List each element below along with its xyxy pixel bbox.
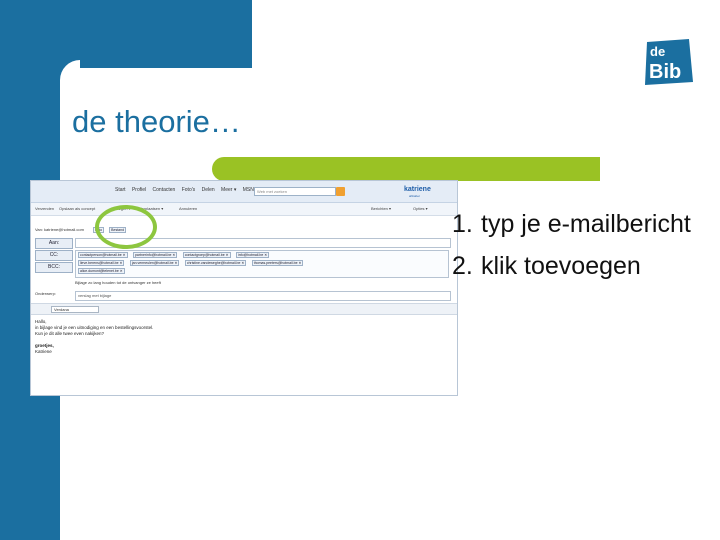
nav-item[interactable]: Contacten xyxy=(153,187,176,193)
recipients-row: lieve.berens@hotmail.be ✕ jan.vermeulen@… xyxy=(78,260,307,266)
cc-button[interactable]: CC: xyxy=(35,250,73,261)
slide-title: de theorie… xyxy=(72,104,241,139)
recipient-chip[interactable]: christine.vandeweghe@hotmail.be ✕ xyxy=(184,260,247,266)
recipient-chip[interactable]: jan.vermeulen@hotmail.be ✕ xyxy=(129,260,180,266)
bcc-button[interactable]: BCC: xyxy=(35,262,73,273)
de-bib-logo: de Bib xyxy=(645,39,693,85)
step-number: 1. xyxy=(452,210,473,238)
step-text: typ je e-mailbericht xyxy=(481,210,691,238)
subject-input[interactable]: verslag met bijlage xyxy=(75,291,451,301)
highlight-circle xyxy=(95,205,157,249)
svg-text:Bib: Bib xyxy=(649,61,681,83)
attachment-hint: Bijlage zo lang houden tot de ontvanger … xyxy=(75,280,161,285)
step-number: 2. xyxy=(452,252,473,280)
options-menu[interactable]: Opties ▾ xyxy=(413,206,428,211)
nav-item[interactable]: MSN xyxy=(243,187,254,193)
compose-toolbar: Verzenden Opslaan als concept Invoegen ▾… xyxy=(31,203,457,216)
brand-name: katriene xyxy=(404,186,431,193)
recipients-row: alice.dumont@telenet.be ✕ xyxy=(78,268,129,274)
nav-item[interactable]: Start xyxy=(115,187,126,193)
steps-list: 1. typ je e-mailbericht 2. klik toevoege… xyxy=(452,208,712,292)
recipient-chip[interactable]: thomas.peeters@hotmail.be ✕ xyxy=(251,260,304,266)
subject-label: Onderwerp: xyxy=(35,291,56,296)
send-button[interactable]: Verzenden xyxy=(35,206,54,211)
save-draft-button[interactable]: Opslaan als concept xyxy=(59,206,95,211)
font-select[interactable]: Verdana xyxy=(51,306,99,313)
recipient-chip[interactable]: info@hotmail.be ✕ xyxy=(235,252,270,258)
messages-menu[interactable]: Berichten ▾ xyxy=(371,206,391,211)
nav-item[interactable]: Profiel xyxy=(132,187,146,193)
recipient-chip[interactable]: partnerinfo@hotmail.be ✕ xyxy=(132,252,178,258)
step-item: 1. typ je e-mailbericht xyxy=(452,208,712,240)
svg-text:de: de xyxy=(650,44,665,59)
recipient-chip[interactable]: contactgroep@hotmail.be ✕ xyxy=(182,252,231,258)
search-icon[interactable] xyxy=(336,187,345,196)
search-input[interactable]: Web met zoeken xyxy=(254,187,336,196)
brand-sub: ahbaber xyxy=(409,194,421,198)
cancel-button[interactable]: Annuleren xyxy=(179,206,197,211)
corner-curve xyxy=(60,60,80,80)
recipient-chip[interactable]: contactperson@hotmail.be ✕ xyxy=(78,252,128,258)
recipients-box[interactable]: contactperson@hotmail.be ✕ partnerinfo@h… xyxy=(75,250,449,278)
message-body[interactable]: Hallo, in bijlage vind je een uitnodigin… xyxy=(35,319,153,355)
to-button[interactable]: Aan: xyxy=(35,238,73,249)
recipients-row: contactperson@hotmail.be ✕ partnerinfo@h… xyxy=(78,252,273,258)
recipient-chip[interactable]: lieve.berens@hotmail.be ✕ xyxy=(78,260,125,266)
nav-item[interactable]: Meer ▾ xyxy=(221,187,236,193)
step-text: klik toevoegen xyxy=(481,252,641,280)
screenshot-header: Start Profiel Contacten Foto's Delen Mee… xyxy=(31,181,457,203)
screenshot-nav: Start Profiel Contacten Foto's Delen Mee… xyxy=(115,187,259,193)
recipient-chip[interactable]: alice.dumont@telenet.be ✕ xyxy=(78,268,125,274)
step-item: 2. klik toevoegen xyxy=(452,250,712,282)
from-label: Van: katriene@hotmail.com xyxy=(35,227,84,232)
format-toolbar: Verdana xyxy=(31,303,457,315)
email-compose-screenshot: Start Profiel Contacten Foto's Delen Mee… xyxy=(30,180,458,396)
nav-item[interactable]: Foto's xyxy=(182,187,195,193)
top-brand-block xyxy=(60,0,252,68)
nav-item[interactable]: Delen xyxy=(202,187,215,193)
body-line: Katriene xyxy=(35,349,52,354)
title-underline-bar xyxy=(212,157,600,181)
